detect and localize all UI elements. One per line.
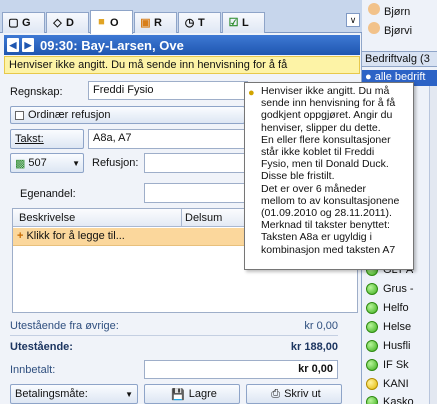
innbetalt-label: Innbetalt: [10,364,56,376]
tab-d[interactable]: ◇ D [46,12,89,33]
status-green-icon [366,321,378,333]
tab-l[interactable]: ☑ L [222,12,265,33]
status-green-icon [366,340,378,352]
list-item[interactable]: Helfo [366,302,409,314]
tab-t[interactable]: ◷ T [178,12,221,33]
tooltip-line: Taksten A8a er ugyldig i [261,231,372,244]
bedrift-header: Bedriftvalg (3 [362,51,437,67]
egenandel-field[interactable] [144,183,248,203]
appointment-header: ◀ ▶ 09:30: Bay-Larsen, Ove [4,35,360,55]
tooltip-line: (01.09.2010 og 28.11.2011). [261,207,392,220]
status-yellow-icon [366,378,378,390]
lightbulb-icon: ● [248,87,255,99]
tooltip-line: står ikke koblet til Freddi [261,146,375,159]
column-delsum[interactable]: Delsum [185,212,222,224]
utestaende-ovrige-row: Utestående fra øvrige: kr 0,00 [10,320,338,332]
plus-icon: + [17,230,24,242]
betalingsmate-button[interactable]: Betalingsmåte: ▼ [10,384,138,404]
card-icon: ▩ [15,157,26,170]
tooltip-line: Henviser ikke angitt. Du må [261,85,390,97]
next-icon[interactable]: ▶ [22,38,34,52]
tooltip-line: Merknad til takster benyttet: [261,219,390,232]
chevron-down-icon: ▼ [125,389,133,399]
status-green-icon [366,302,378,314]
tooltip-line: kombinasjon med taksten A7 [261,243,396,256]
scrollbar[interactable] [429,86,437,404]
folder-icon: ■ [98,16,105,28]
list-item[interactable]: Husfli [366,340,411,352]
receipt-icon: ▣ [140,16,151,29]
code-dropdown[interactable]: ▩ 507 ▼ [10,153,84,173]
chevron-down-icon: ▼ [72,158,80,168]
tab-strip: ▢ G ◇ D ■ O ▣ R ◷ T ☑ L ∨ [0,0,362,34]
list-item[interactable]: Bjørn [368,3,410,18]
tooltip-line: mellom to av konsultasjonene [261,194,400,207]
egenandel-label: Egenandel: [20,188,76,200]
tooltip-line: henviser, slipper du dette. [261,121,381,134]
tooltip-line: sende inn henvisning for å få [261,97,396,110]
takst-field[interactable]: A8a, A7 [88,129,248,149]
appointment-title: 09:30: Bay-Larsen, Ove [40,37,184,53]
list-item[interactable]: Bjørvi [368,22,412,37]
previous-icon[interactable]: ◀ [7,38,19,52]
warning-banner: Henviser ikke angitt. Du må sende inn he… [4,56,360,74]
save-icon: 💾 [171,388,185,401]
list-item[interactable]: Helse [366,321,411,333]
tooth-icon: ▢ [8,16,19,29]
person-icon [368,3,380,15]
tooltip-line: Det er over 6 måneder [261,182,367,195]
refusjon-field[interactable] [144,153,248,173]
status-green-icon [366,396,378,404]
tab-r[interactable]: ▣ R [134,12,177,33]
checklist-icon: ☑ [228,16,239,29]
printer-icon: ⎙ [271,387,281,400]
list-item[interactable]: KANI [366,378,409,390]
checkbox-icon [15,110,24,120]
warning-tooltip: ● Henviser ikke angitt. Du må sende inn … [244,82,414,270]
takst-button[interactable]: Takst: [10,129,84,149]
list-item[interactable]: IF Sk [366,359,409,371]
tooltip-line: En eller flere konsultasjoner [261,133,391,146]
tab-g[interactable]: ▢ G [2,12,45,33]
skriv-ut-button[interactable]: ⎙ Skriv ut [246,384,342,404]
tooltip-line: Disse ble fristilt. [261,170,335,183]
tooltip-line: Fysio, men til Donald Duck. [261,158,389,171]
utestaende-row: Utestående: kr 188,00 [10,341,338,353]
tab-o[interactable]: ■ O [90,10,133,34]
collapse-icon[interactable]: ∨ [346,13,360,27]
column-beskrivelse[interactable]: Beskrivelse [19,212,75,224]
diamond-icon: ◇ [53,16,62,29]
status-green-icon [366,283,378,295]
list-item[interactable]: Grus - [366,283,414,295]
lagre-button[interactable]: 💾 Lagre [144,384,240,404]
clock-icon: ◷ [184,16,195,29]
innbetalt-field[interactable]: kr 0,00 [144,360,338,379]
regnskap-field[interactable]: Freddi Fysio [88,81,248,100]
list-item[interactable]: Kasko [366,396,414,404]
status-green-icon [366,359,378,371]
regnskap-label: Regnskap: [10,86,63,98]
tooltip-line: godkjent oppgjøret. Angir du [261,109,393,122]
refusjon-label: Refusjon: [92,157,139,169]
person-icon [368,22,380,34]
ordinaer-refusjon-button[interactable]: Ordinær refusjon [10,106,245,124]
